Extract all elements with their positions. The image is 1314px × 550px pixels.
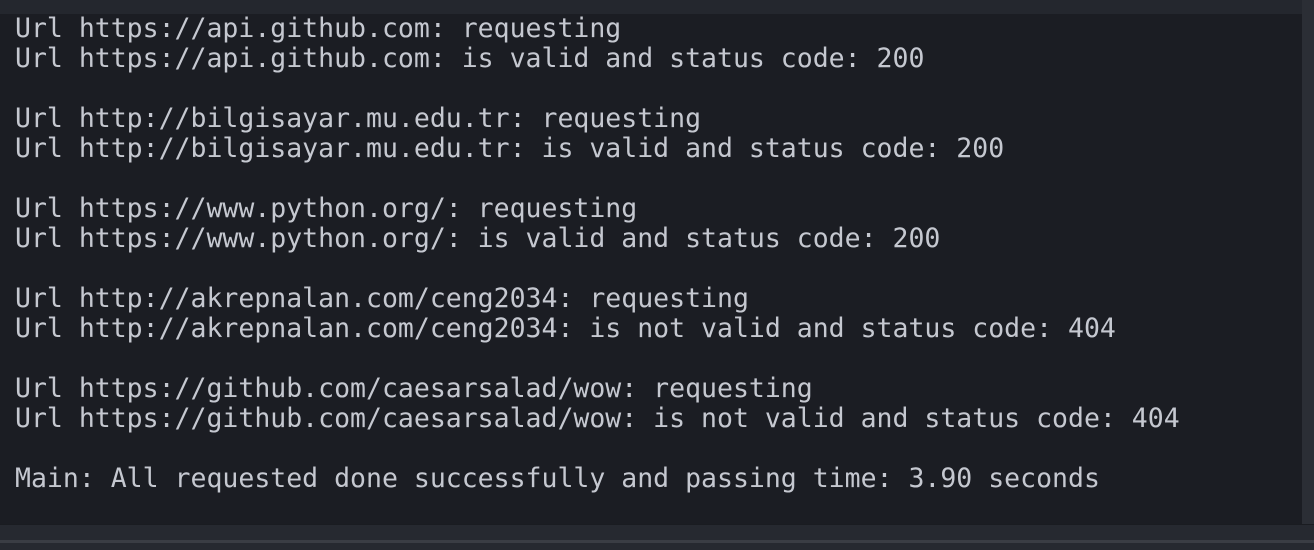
output-line: Url http://bilgisayar.mu.edu.tr: is vali…: [15, 133, 1005, 164]
output-line: Url https://github.com/caesarsalad/wow: …: [15, 373, 813, 404]
summary-line: Main: All requested done successfully an…: [15, 463, 1100, 494]
output-line: Url http://akrepnalan.com/ceng2034: is n…: [15, 313, 1116, 344]
terminal-output-panel[interactable]: Url https://api.github.com: requesting U…: [0, 0, 1302, 524]
output-line: Url https://www.python.org/: requesting: [15, 193, 638, 224]
output-line: Url https://api.github.com: is valid and…: [15, 43, 925, 74]
scrollbar-gutter[interactable]: [1302, 0, 1314, 550]
terminal-bottom-bar: [0, 524, 1314, 550]
output-line: Url https://www.python.org/: is valid an…: [15, 223, 941, 254]
divider: [0, 540, 1314, 543]
output-line: Url http://bilgisayar.mu.edu.tr: request…: [15, 103, 702, 134]
output-line: Url https://github.com/caesarsalad/wow: …: [15, 403, 1180, 434]
output-line: Url https://api.github.com: requesting: [15, 13, 622, 44]
output-line: Url http://akrepnalan.com/ceng2034: requ…: [15, 283, 749, 314]
terminal-top-strip: [0, 0, 1302, 14]
